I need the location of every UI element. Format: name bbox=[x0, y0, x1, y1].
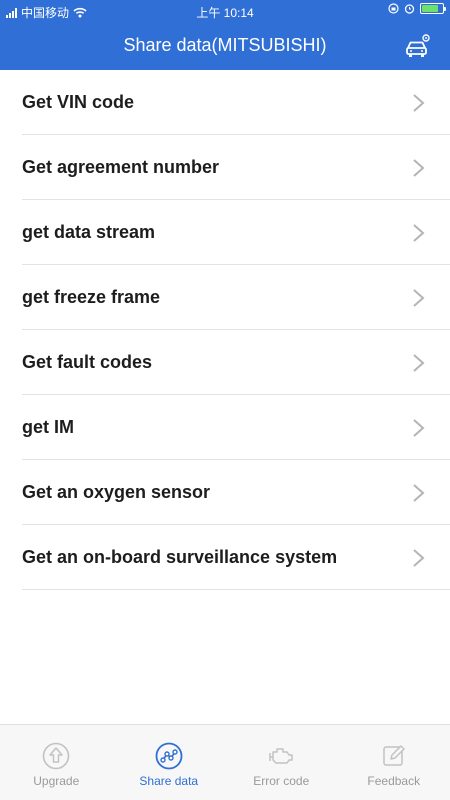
share-data-icon bbox=[155, 742, 183, 770]
menu-item-label: Get an oxygen sensor bbox=[22, 482, 211, 502]
menu-item-get-fault-codes[interactable]: Get fault codes bbox=[22, 330, 450, 395]
menu-item-label: get freeze frame bbox=[22, 287, 161, 307]
menu-item-label: Get agreement number bbox=[22, 157, 220, 177]
chevron-right-icon bbox=[413, 419, 425, 437]
tab-label: Feedback bbox=[367, 774, 421, 788]
status-right bbox=[388, 3, 446, 14]
battery-icon bbox=[420, 3, 446, 14]
chevron-right-icon bbox=[413, 159, 425, 177]
menu-item-get-agreement-number[interactable]: Get agreement number bbox=[22, 135, 450, 200]
menu-item-get-im[interactable]: get IM bbox=[22, 395, 450, 460]
page-title: Share data(MITSUBISHI) bbox=[123, 35, 327, 55]
tab-label: Upgrade bbox=[33, 774, 80, 788]
chevron-right-icon bbox=[413, 94, 425, 112]
menu-item-get-onboard-surveillance[interactable]: Get an on-board surveillance system bbox=[22, 525, 450, 590]
menu-item-label: Get an on-board surveillance system bbox=[22, 547, 338, 567]
menu-item-get-vin-code[interactable]: Get VIN code bbox=[22, 70, 450, 135]
tab-feedback[interactable]: Feedback bbox=[338, 725, 450, 800]
menu-item-label: get IM bbox=[22, 417, 74, 437]
tab-error-code[interactable]: Error code bbox=[225, 725, 338, 800]
tab-label: Share data bbox=[139, 774, 199, 788]
edit-icon bbox=[383, 745, 405, 766]
engine-icon bbox=[269, 748, 293, 764]
status-time: 上午 10:14 bbox=[196, 6, 254, 20]
car-settings-icon[interactable] bbox=[402, 31, 432, 61]
tab-label: Error code bbox=[253, 774, 310, 788]
tab-upgrade[interactable]: Upgrade bbox=[0, 725, 113, 800]
tab-share-data[interactable]: Share data bbox=[113, 725, 226, 800]
chevron-right-icon bbox=[413, 354, 425, 372]
upgrade-icon bbox=[42, 742, 70, 770]
menu-item-label: get data stream bbox=[22, 222, 156, 242]
orientation-lock-icon bbox=[388, 3, 399, 14]
alarm-icon bbox=[404, 4, 415, 14]
data-menu-list: Get VIN code Get agreement number get da… bbox=[22, 70, 450, 590]
nav-bar: Share data(MITSUBISHI) bbox=[0, 22, 450, 70]
menu-item-get-oxygen-sensor[interactable]: Get an oxygen sensor bbox=[22, 460, 450, 525]
menu-item-label: Get fault codes bbox=[22, 352, 153, 372]
menu-item-label: Get VIN code bbox=[22, 92, 135, 112]
chevron-right-icon bbox=[413, 549, 425, 567]
chevron-right-icon bbox=[413, 289, 425, 307]
header: 中国移动 上午 10:14 Share data(MITSUBISHI) bbox=[0, 0, 450, 70]
menu-item-get-data-stream[interactable]: get data stream bbox=[22, 200, 450, 265]
tab-bar: Upgrade Share data Error code Feedback bbox=[0, 724, 450, 800]
menu-item-get-freeze-frame[interactable]: get freeze frame bbox=[22, 265, 450, 330]
chevron-right-icon bbox=[413, 224, 425, 242]
status-bar: 中国移动 上午 10:14 bbox=[0, 0, 450, 22]
chevron-right-icon bbox=[413, 484, 425, 502]
